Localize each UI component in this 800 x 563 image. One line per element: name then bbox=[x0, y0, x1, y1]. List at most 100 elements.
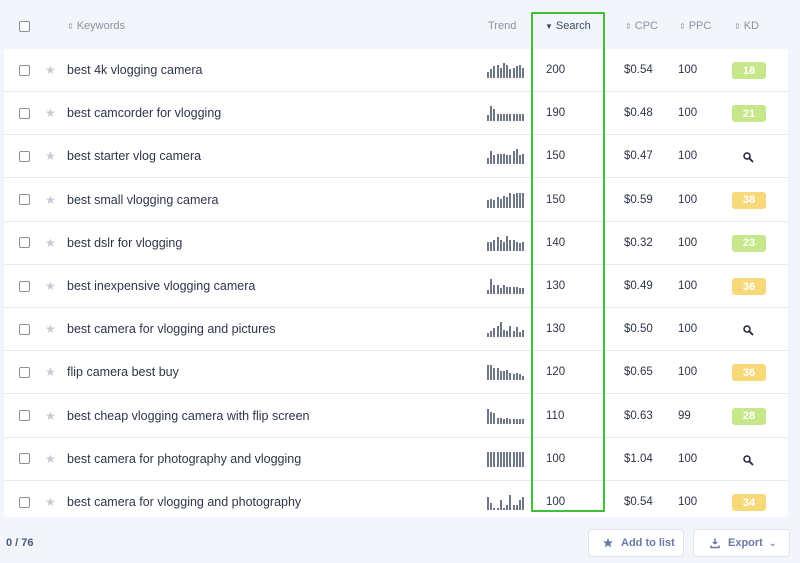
row-checkbox[interactable] bbox=[19, 496, 30, 508]
trend-bar bbox=[515, 113, 518, 122]
trend-bar bbox=[496, 325, 499, 338]
keyword-text[interactable]: flip camera best buy bbox=[67, 351, 179, 393]
keyword-text[interactable]: best dslr for vlogging bbox=[67, 222, 182, 264]
trend-bar bbox=[515, 372, 518, 381]
trend-sparkline bbox=[487, 395, 527, 437]
star-icon[interactable]: ★ bbox=[45, 279, 56, 293]
cpc-value: $1.04 bbox=[624, 452, 653, 465]
keyword-text[interactable]: best camcorder for vlogging bbox=[67, 92, 221, 134]
cpc-value: $0.65 bbox=[624, 366, 653, 379]
trend-bar bbox=[512, 286, 515, 294]
star-icon[interactable]: ★ bbox=[45, 495, 56, 509]
trend-bar bbox=[496, 64, 499, 78]
ppc-value: 100 bbox=[678, 193, 698, 206]
trend-bar bbox=[512, 194, 515, 208]
star-icon bbox=[603, 538, 613, 548]
trend-bar bbox=[512, 374, 515, 381]
kd-search-icon[interactable] bbox=[742, 324, 754, 336]
row-checkbox[interactable] bbox=[19, 410, 30, 422]
keyword-text[interactable]: best camera for vlogging and pictures bbox=[67, 308, 275, 350]
star-icon[interactable]: ★ bbox=[45, 409, 56, 423]
export-label: Export bbox=[728, 537, 763, 549]
add-to-list-button[interactable]: Add to list bbox=[588, 529, 684, 557]
search-column-header[interactable]: ▼ Search bbox=[545, 3, 591, 49]
trend-bar bbox=[512, 150, 515, 165]
trend-bar bbox=[506, 369, 509, 381]
cpc-value: $0.48 bbox=[624, 107, 653, 120]
search-volume: 110 bbox=[546, 409, 565, 422]
export-button[interactable]: Export ⌄ bbox=[693, 529, 790, 557]
row-checkbox[interactable] bbox=[19, 280, 30, 292]
selection-count: 0 / 76 bbox=[6, 537, 34, 549]
keyword-text[interactable]: best cheap vlogging camera with flip scr… bbox=[67, 395, 310, 437]
trend-bar bbox=[487, 158, 489, 165]
keyword-text[interactable]: best camera for photography and vlogging bbox=[67, 438, 301, 480]
trend-bar bbox=[515, 66, 518, 78]
keyword-text[interactable]: best small vlogging camera bbox=[67, 179, 218, 221]
search-header-label: Search bbox=[555, 20, 591, 32]
trend-bar bbox=[509, 451, 512, 467]
ppc-header-label: PPC bbox=[688, 20, 712, 32]
star-icon[interactable]: ★ bbox=[45, 322, 56, 336]
trend-bar bbox=[506, 417, 509, 424]
ppc-column-header[interactable]: ⇕ PPC bbox=[679, 3, 711, 49]
trend-sparkline bbox=[487, 49, 527, 91]
trend-bar bbox=[499, 417, 502, 424]
row-checkbox[interactable] bbox=[19, 237, 30, 249]
trend-bar bbox=[512, 451, 515, 467]
keywords-column-header[interactable]: ⇕ Keywords bbox=[67, 3, 125, 49]
star-icon[interactable]: ★ bbox=[45, 193, 56, 207]
kd-badge: 21 bbox=[732, 105, 766, 123]
trend-bar bbox=[519, 451, 521, 467]
star-icon[interactable]: ★ bbox=[45, 106, 56, 120]
row-checkbox[interactable] bbox=[19, 150, 30, 162]
row-checkbox[interactable] bbox=[19, 453, 30, 465]
trend-bar bbox=[512, 67, 515, 78]
trend-bar bbox=[519, 155, 521, 165]
row-checkbox-cell bbox=[19, 135, 30, 177]
keywords-table: ⇕ Keywords Trend ▼ Search ⇕ CPC ⇕ PPC ⇕ … bbox=[4, 3, 788, 517]
star-icon[interactable]: ★ bbox=[45, 236, 56, 250]
kd-badge: 36 bbox=[732, 364, 766, 382]
cpc-column-header[interactable]: ⇕ CPC bbox=[625, 3, 658, 49]
row-checkbox[interactable] bbox=[19, 107, 30, 119]
add-to-list-label: Add to list bbox=[621, 537, 675, 549]
select-all-checkbox[interactable] bbox=[19, 20, 30, 32]
trend-sparkline bbox=[487, 481, 527, 517]
trend-bar bbox=[522, 419, 525, 424]
trend-bar bbox=[493, 200, 496, 208]
trend-bar bbox=[522, 288, 525, 294]
star-icon[interactable]: ★ bbox=[45, 63, 56, 77]
star-icon[interactable]: ★ bbox=[45, 365, 56, 379]
table-header: ⇕ Keywords Trend ▼ Search ⇕ CPC ⇕ PPC ⇕ … bbox=[4, 3, 788, 49]
keyword-text[interactable]: best starter vlog camera bbox=[67, 135, 201, 177]
row-checkbox[interactable] bbox=[19, 366, 30, 378]
kd-badge: 34 bbox=[732, 494, 766, 511]
keyword-text[interactable]: best 4k vlogging camera bbox=[67, 49, 203, 91]
trend-bar bbox=[519, 113, 521, 122]
trend-bar bbox=[490, 69, 493, 78]
kd-search-icon[interactable] bbox=[742, 151, 754, 163]
sort-icon: ⇕ bbox=[625, 21, 632, 31]
trend-bar bbox=[503, 371, 505, 381]
trend-bar bbox=[522, 241, 525, 251]
star-icon[interactable]: ★ bbox=[45, 452, 56, 466]
star-icon[interactable]: ★ bbox=[45, 149, 56, 163]
row-checkbox[interactable] bbox=[19, 323, 30, 335]
search-volume: 200 bbox=[546, 64, 566, 76]
trend-bar bbox=[519, 192, 521, 208]
kd-column-header[interactable]: ⇕ KD bbox=[734, 3, 759, 49]
trend-bar bbox=[506, 451, 509, 467]
keyword-text[interactable]: best camera for vlogging and photography bbox=[67, 481, 301, 517]
search-volume: 190 bbox=[546, 107, 566, 120]
trend-bar bbox=[506, 286, 509, 294]
row-checkbox-cell bbox=[19, 351, 30, 393]
keyword-text[interactable]: best inexpensive vlogging camera bbox=[67, 265, 255, 307]
row-checkbox[interactable] bbox=[19, 194, 30, 206]
row-checkbox[interactable] bbox=[19, 64, 30, 76]
trend-bar bbox=[499, 322, 502, 338]
cpc-value: $0.49 bbox=[624, 280, 653, 292]
table-row: ★ best 4k vlogging camera 200 $0.54 100 18 bbox=[4, 49, 788, 92]
kd-search-icon[interactable] bbox=[742, 454, 754, 466]
trend-bar bbox=[487, 451, 489, 467]
